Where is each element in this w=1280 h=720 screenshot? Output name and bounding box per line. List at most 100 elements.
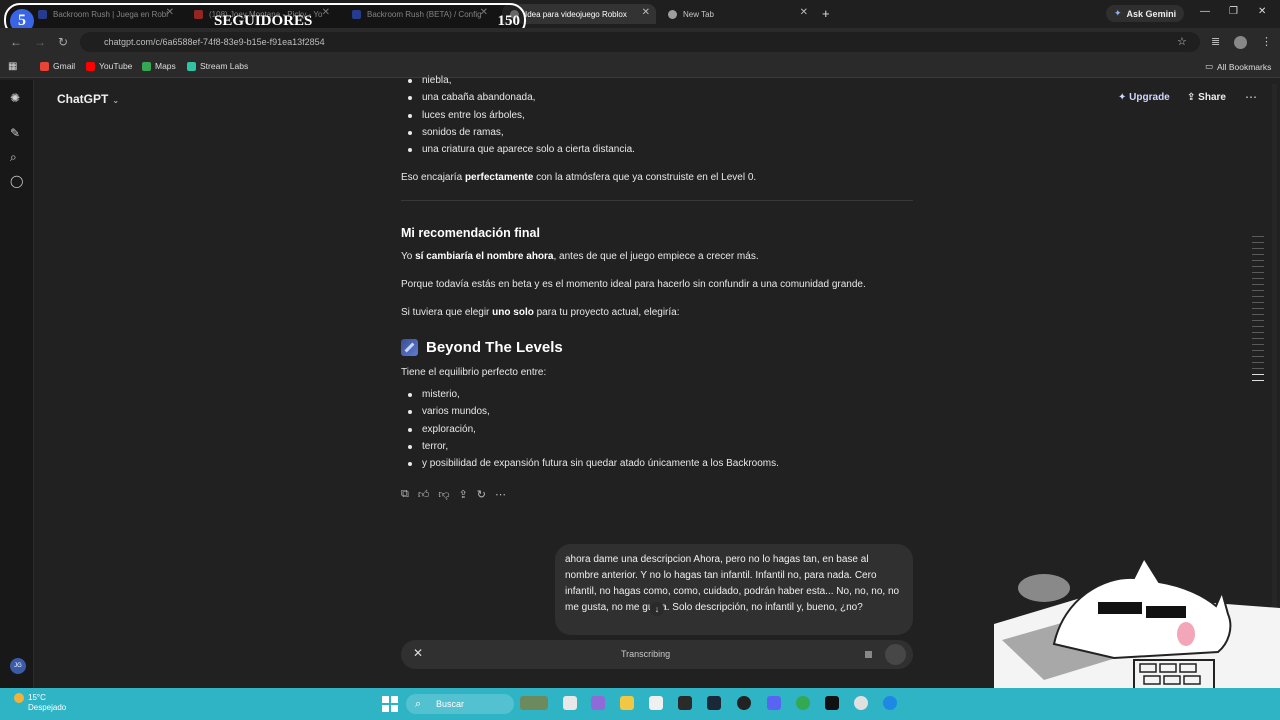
new-chat-icon[interactable]: ✎ (10, 126, 20, 140)
conversation-minimap[interactable] (1252, 236, 1264, 386)
obs-icon[interactable] (737, 696, 751, 710)
reading-list-icon[interactable]: ≣ (1211, 35, 1220, 48)
store-icon[interactable] (649, 696, 663, 710)
search-icon: ⌕ (415, 698, 422, 710)
bookmark-gmail[interactable]: Gmail (40, 61, 75, 71)
share-button[interactable]: ⇪ Share (1187, 92, 1226, 103)
upgrade-button[interactable]: ✦ Upgrade (1118, 92, 1170, 103)
maximize-icon[interactable]: ❐ (1229, 6, 1238, 17)
game-name-heading: Beyond The Levels (401, 339, 563, 356)
paragraph: Tiene el equilibrio perfecto entre: (401, 367, 547, 378)
list-item: luces entre los árboles, (401, 107, 913, 124)
bookmark-label: Gmail (53, 61, 76, 71)
bookmark-label: Stream Labs (200, 61, 249, 71)
windows-start-icon[interactable] (382, 696, 398, 712)
settings-icon[interactable] (854, 696, 868, 710)
ask-gemini-button[interactable]: ✦ Ask Gemini (1106, 5, 1185, 22)
regenerate-icon[interactable]: ↻ (477, 488, 486, 501)
edge-icon[interactable] (883, 696, 897, 710)
all-bookmarks-button[interactable]: ▭ All Bookmarks (1205, 61, 1271, 72)
file-explorer-icon[interactable] (563, 696, 577, 710)
phone-link-icon[interactable] (678, 696, 692, 710)
list-item: exploración, (401, 421, 913, 438)
weather-widget[interactable]: 15°C Despejado (14, 693, 66, 713)
paragraph: Si tuviera que elegir uno solo para tu p… (401, 306, 913, 320)
folder-icon: ▭ (1205, 61, 1214, 71)
apps-grid-icon[interactable]: ▦ (8, 61, 17, 72)
search-icon[interactable]: ⌕ (10, 150, 17, 165)
youtube-icon (86, 61, 95, 71)
list-item: una criatura que aparece solo a cierta d… (401, 141, 913, 158)
bookmark-youtube[interactable]: YouTube (86, 61, 132, 71)
weather-condition: Despejado (28, 703, 67, 713)
streamlabs-icon (187, 61, 196, 71)
discord-icon[interactable] (767, 696, 781, 710)
close-window-icon[interactable]: ✕ (1258, 6, 1266, 17)
bullet-list-atmosphere: niebla, una cabaña abandonada, luces ent… (401, 72, 913, 158)
more-options-icon[interactable]: ⋯ (1245, 90, 1257, 104)
taskbar-search[interactable]: ⌕ Buscar (406, 694, 514, 714)
stop-icon[interactable] (865, 651, 872, 658)
close-icon[interactable]: ✕ (642, 7, 650, 18)
bold-text: perfectamente (464, 172, 534, 183)
paragraph: Eso encajaría perfectamente con la atmós… (401, 171, 913, 185)
minimize-icon[interactable]: — (1200, 6, 1210, 17)
sparkle-icon: ✦ (1118, 92, 1127, 103)
list-item: terror, (401, 438, 913, 455)
address-input[interactable]: chatgpt.com/c/6a6588ef-74f8-83e9-b15e-f9… (80, 32, 1200, 52)
bookmark-star-icon[interactable]: ☆ (1177, 35, 1187, 48)
list-item: varios mundos, (401, 403, 913, 420)
tab-new-tab[interactable]: New Tab ✕ (660, 4, 814, 24)
chat-bubble-icon[interactable]: ◯ (10, 174, 23, 188)
message-actions: ⧉ 👍︎ 👎︎ ⇪ ↻ ⋯ (401, 488, 506, 501)
copilot-icon[interactable] (591, 696, 605, 710)
profile-avatar-icon[interactable] (1234, 36, 1247, 49)
paragraph: Yo sí cambiaría el nombre ahora, antes d… (401, 250, 913, 264)
browser-menu-icon[interactable]: ⋮ (1261, 35, 1272, 48)
list-item: y posibilidad de expansión futura sin qu… (401, 455, 913, 472)
openai-logo-icon[interactable]: ✺ (10, 91, 20, 105)
copy-icon[interactable]: ⧉ (401, 488, 409, 501)
thumbs-up-icon[interactable]: 👍︎ (418, 488, 430, 501)
bookmark-label: All Bookmarks (1217, 61, 1272, 72)
chrome-icon (668, 9, 677, 19)
close-icon[interactable]: ✕ (800, 7, 808, 18)
bullet-list-balance: misterio, varios mundos, exploración, te… (401, 386, 913, 472)
forward-icon[interactable]: → (34, 35, 46, 49)
share-label: Share (1198, 92, 1226, 103)
tab-title: Idea para videojuego Roblox (525, 9, 627, 19)
share-icon[interactable]: ⇪ (459, 488, 468, 501)
paragraph: Porque todavía estás en beta y es el mom… (401, 279, 866, 290)
chrome-icon[interactable] (796, 696, 810, 710)
list-item: sonidos de ramas, (401, 124, 913, 141)
new-tab-button[interactable]: + (822, 6, 830, 21)
upgrade-label: Upgrade (1129, 92, 1170, 103)
reload-icon[interactable]: ↻ (58, 35, 68, 49)
steam-icon[interactable] (707, 696, 721, 710)
bookmark-maps[interactable]: Maps (142, 61, 176, 71)
more-actions-icon[interactable]: ⋯ (495, 488, 506, 501)
gemini-icon: ✦ (1114, 8, 1122, 18)
folder-icon[interactable] (620, 696, 634, 710)
text: con la atmósfera que ya construiste en e… (533, 172, 757, 183)
user-avatar[interactable]: JG (10, 658, 26, 674)
cancel-dictation-icon[interactable]: ✕ (413, 646, 423, 660)
text: , antes de que el juego empiece a crecer… (553, 251, 759, 262)
user-message-bubble: ahora dame una descripcion Ahora, pero n… (555, 544, 913, 635)
share-icon: ⇪ (1187, 92, 1196, 103)
back-icon[interactable]: ← (10, 35, 22, 49)
roblox-studio-icon[interactable] (825, 696, 839, 710)
model-selector[interactable]: ChatGPT ⌄ (57, 92, 119, 106)
temperature: 15°C (28, 693, 46, 703)
bookmark-stream-labs[interactable]: Stream Labs (187, 61, 248, 71)
task-view-thumbnail-icon[interactable] (520, 696, 548, 710)
list-item: niebla, (401, 72, 913, 89)
transcribing-status: Transcribing (621, 649, 671, 659)
thumbs-down-icon[interactable]: 👎︎ (438, 488, 449, 501)
send-button[interactable] (885, 644, 906, 665)
gmail-icon (40, 61, 49, 71)
windows-taskbar: 15°C Despejado ⌕ Buscar (0, 688, 1280, 720)
scroll-down-icon[interactable]: ↓ (650, 602, 664, 616)
divider (401, 200, 913, 201)
list-item: una cabaña abandonada, (401, 89, 913, 106)
